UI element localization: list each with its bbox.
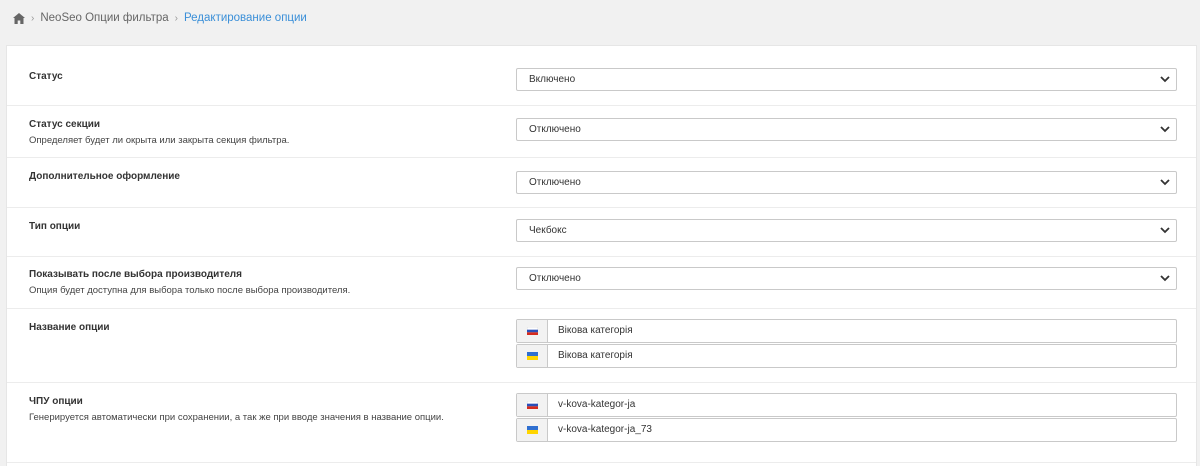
language-addon (517, 394, 548, 416)
option-seo-url-ru-input[interactable]: v-kova-kategor-ja (516, 393, 1177, 417)
field-label: Название опции (29, 322, 110, 333)
form-row-option-type: Тип опции Чекбокс (7, 208, 1196, 257)
form-row-option-seo-url: ЧПУ опции Генерируется автоматически при… (7, 383, 1196, 463)
breadcrumb-separator: › (174, 12, 178, 24)
language-addon (517, 320, 548, 342)
option-name-ru-input[interactable]: Вікова категорія (516, 319, 1177, 343)
field-hint: Опция будет доступна для выбора только п… (29, 285, 351, 296)
extra-design-select[interactable]: Отключено (516, 171, 1177, 194)
status-select[interactable]: Включено (516, 68, 1177, 91)
form-row-status: Статус Включено (7, 46, 1196, 106)
ua-flag-icon (526, 352, 538, 360)
chevron-down-icon (1160, 179, 1170, 186)
field-label: Тип опции (29, 221, 81, 232)
show-after-manufacturer-select[interactable]: Отключено (516, 267, 1177, 290)
form-row-show-after-manufacturer: Показывать после выбора производителя Оп… (7, 257, 1196, 309)
option-seo-url-ua-input[interactable]: v-kova-kategor-ja_73 (516, 418, 1177, 442)
input-value: Вікова категорія (558, 350, 633, 361)
form-row-extra-design: Дополнительное оформление Отключено (7, 158, 1196, 208)
chevron-down-icon (1160, 126, 1170, 133)
input-value: Вікова категорія (558, 325, 633, 336)
chevron-down-icon (1160, 76, 1170, 83)
ru-flag-icon (526, 401, 538, 409)
breadcrumb-link-filter-options[interactable]: NeoSeo Опции фильтра (40, 12, 168, 24)
ua-flag-icon (526, 426, 538, 434)
input-value: v-kova-kategor-ja (558, 399, 636, 410)
chevron-down-icon (1160, 275, 1170, 282)
home-icon[interactable] (13, 12, 25, 24)
field-label: Показывать после выбора производителя (29, 269, 242, 280)
field-label: ЧПУ опции (29, 396, 83, 407)
field-label: Дополнительное оформление (29, 171, 180, 182)
chevron-down-icon (1160, 227, 1170, 234)
language-addon (517, 345, 548, 367)
ru-flag-icon (526, 327, 538, 335)
field-label: Статус (29, 71, 63, 82)
select-value: Отключено (529, 273, 581, 284)
select-value: Отключено (529, 177, 581, 188)
breadcrumb-separator: › (31, 12, 35, 24)
language-addon (517, 419, 548, 441)
option-edit-form: Статус Включено Статус секции Определяет… (6, 45, 1197, 466)
field-hint: Генерируется автоматически при сохранени… (29, 412, 444, 423)
option-type-select[interactable]: Чекбокс (516, 219, 1177, 242)
form-row-section-status: Статус секции Определяет будет ли окрыта… (7, 106, 1196, 158)
form-row-option-name: Название опции Вікова категорія Вікова к… (7, 309, 1196, 383)
breadcrumb-current: Редактирование опции (184, 12, 307, 24)
breadcrumb: › NeoSeo Опции фильтра › Редактирование … (13, 10, 307, 26)
select-value: Отключено (529, 124, 581, 135)
section-status-select[interactable]: Отключено (516, 118, 1177, 141)
input-value: v-kova-kategor-ja_73 (558, 424, 652, 435)
field-hint: Определяет будет ли окрыта или закрыта с… (29, 135, 290, 146)
select-value: Чекбокс (529, 225, 567, 236)
select-value: Включено (529, 74, 576, 85)
field-label: Статус секции (29, 119, 101, 130)
option-name-ua-input[interactable]: Вікова категорія (516, 344, 1177, 368)
